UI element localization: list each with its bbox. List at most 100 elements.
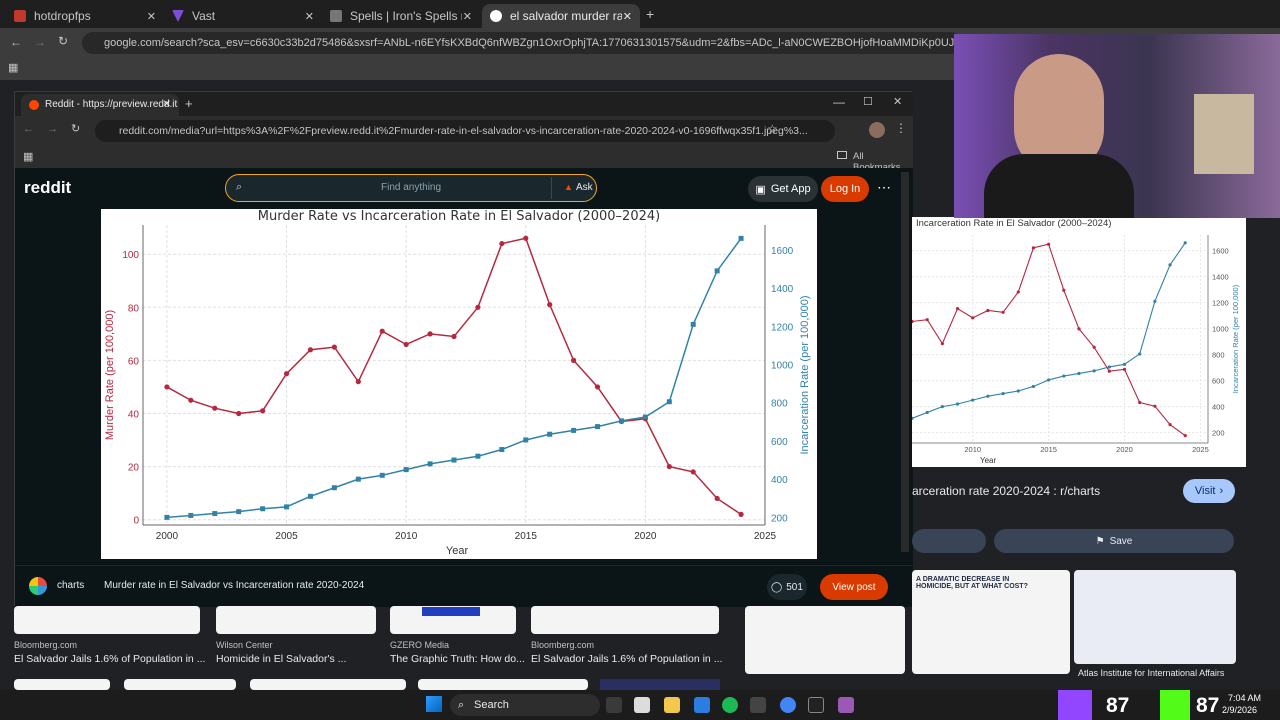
murder-point bbox=[523, 235, 529, 241]
inner-address-bar[interactable]: reddit.com/media?url=https%3A%2F%2Fprevi… bbox=[95, 120, 835, 142]
close-icon[interactable]: ✕ bbox=[623, 10, 632, 23]
close-icon[interactable]: ✕ bbox=[163, 94, 171, 116]
minimize-icon[interactable]: — bbox=[833, 95, 845, 109]
related-thumb[interactable] bbox=[531, 606, 719, 634]
close-icon[interactable]: ✕ bbox=[305, 10, 314, 23]
related-thumb[interactable] bbox=[14, 606, 200, 634]
related-thumb[interactable] bbox=[216, 606, 376, 634]
taskbar-search[interactable]: ⌕ Search bbox=[450, 694, 600, 716]
incarceration-point bbox=[236, 509, 242, 515]
tab-google-search[interactable]: el salvador murder rate vs incar ✕ bbox=[482, 4, 640, 28]
twitch-icon[interactable] bbox=[1058, 690, 1092, 720]
tab-spells[interactable]: Spells | Iron's Spells n Spellbook ✕ bbox=[322, 4, 480, 28]
murder-point bbox=[355, 379, 361, 385]
back-icon[interactable]: ← bbox=[23, 123, 34, 135]
related-item[interactable]: Wilson Center Homicide in El Salvador's … bbox=[216, 640, 346, 665]
related-item[interactable]: Bloomberg.com El Salvador Jails 1.6% of … bbox=[531, 640, 722, 665]
folder-icon[interactable] bbox=[664, 697, 680, 713]
start-icon[interactable] bbox=[426, 696, 442, 712]
related-item[interactable]: Bloomberg.com El Salvador Jails 1.6% of … bbox=[14, 640, 205, 665]
more-icon[interactable]: ⋯ bbox=[877, 179, 891, 196]
murder-point bbox=[283, 371, 290, 377]
get-app-button[interactable]: ▣ Get App bbox=[748, 176, 818, 202]
scrollbar[interactable] bbox=[901, 172, 909, 552]
visit-button[interactable]: Visit › bbox=[1183, 479, 1235, 503]
store-icon[interactable] bbox=[694, 697, 710, 713]
new-tab-icon[interactable]: + bbox=[185, 96, 193, 111]
outer-address-bar[interactable]: google.com/search?sca_esv=c6630c33b2d754… bbox=[82, 32, 962, 54]
side-chart-svg: Incarceration Rate in El Salvador (2000–… bbox=[910, 218, 1240, 465]
view-post-button[interactable]: View post bbox=[820, 574, 888, 600]
y-tick-label: 600 bbox=[1212, 377, 1225, 386]
viewer-count: 87 bbox=[1196, 694, 1220, 717]
related-thumb[interactable]: A DRAMATIC DECREASE IN HOMICIDE, BUT AT … bbox=[912, 570, 1070, 674]
hud-icon[interactable] bbox=[750, 697, 766, 713]
chrome-icon[interactable] bbox=[780, 697, 796, 713]
apps-icon[interactable]: ▦ bbox=[8, 61, 18, 74]
tab-vast[interactable]: Vast ✕ bbox=[164, 4, 322, 28]
incarceration-point bbox=[595, 424, 601, 430]
murder-point bbox=[260, 408, 266, 414]
comments-button[interactable]: ◯ 501 bbox=[767, 574, 807, 600]
close-window-icon[interactable]: ✕ bbox=[893, 95, 902, 108]
chess-icon[interactable] bbox=[606, 697, 622, 713]
obs-icon[interactable] bbox=[808, 697, 824, 713]
incarceration-point bbox=[188, 512, 194, 518]
kick-icon[interactable] bbox=[1160, 690, 1190, 720]
reload-icon[interactable]: ↻ bbox=[58, 34, 68, 48]
inner-bookmarks-bar: ▦ All Bookmarks bbox=[15, 146, 913, 173]
x-tick-label: 2025 bbox=[754, 531, 777, 542]
task-view-icon[interactable] bbox=[634, 697, 650, 713]
close-icon[interactable]: ✕ bbox=[147, 10, 156, 23]
y-right-tick-label: 1400 bbox=[771, 284, 794, 295]
y-tick-label: 200 bbox=[1212, 429, 1225, 438]
forward-icon[interactable]: → bbox=[34, 35, 46, 49]
post-title[interactable]: Murder rate in El Salvador vs Incarcerat… bbox=[104, 580, 364, 591]
related-thumb[interactable] bbox=[745, 606, 905, 674]
save-button[interactable]: ⚑ Save bbox=[994, 529, 1234, 553]
murder-point bbox=[451, 333, 457, 340]
subreddit-name[interactable]: charts bbox=[57, 580, 84, 591]
chart-title: Murder Rate vs Incarceration Rate in El … bbox=[258, 209, 660, 224]
incarceration-point bbox=[1168, 263, 1172, 267]
related-thumb[interactable] bbox=[390, 606, 516, 634]
login-button[interactable]: Log In bbox=[821, 176, 869, 202]
outer-tab-strip: hotdropfps ✕ Vast ✕ Spells | Iron's Spel… bbox=[0, 0, 1280, 28]
tab-hotdropfps[interactable]: hotdropfps ✕ bbox=[6, 4, 164, 28]
ask-icon: ▲ bbox=[564, 182, 573, 192]
viewer-count: 87 bbox=[1106, 694, 1130, 717]
ask-button[interactable]: Ask bbox=[576, 182, 593, 193]
maximize-icon[interactable]: ☐ bbox=[863, 95, 873, 108]
incarceration-point bbox=[355, 476, 361, 482]
murder-point bbox=[925, 318, 929, 322]
result-title[interactable]: arceration rate 2020-2024 : r/charts bbox=[912, 484, 1172, 498]
y-tick-label: 1200 bbox=[1212, 299, 1229, 308]
apps-icon[interactable]: ▦ bbox=[23, 150, 33, 163]
reddit-logo[interactable]: reddit bbox=[24, 178, 71, 198]
murder-point bbox=[1153, 404, 1157, 408]
incarceration-point bbox=[1138, 352, 1142, 356]
y-left-tick-label: 100 bbox=[122, 250, 139, 261]
reddit-popup-window: Reddit - https://preview.redd.it ✕ + — ☐… bbox=[14, 91, 913, 607]
y-tick-label: 800 bbox=[1212, 351, 1225, 360]
side-preview-chart[interactable]: Incarceration Rate in El Salvador (2000–… bbox=[910, 217, 1246, 467]
menu-icon[interactable]: ⋮ bbox=[895, 121, 907, 135]
app-icon[interactable] bbox=[838, 697, 854, 713]
search-input[interactable]: ⌕ Find anything ▲ Ask bbox=[225, 174, 597, 202]
star-icon[interactable]: ☆ bbox=[767, 122, 778, 136]
close-icon[interactable]: ✕ bbox=[463, 10, 472, 23]
share-button[interactable] bbox=[912, 529, 986, 553]
spotify-icon[interactable] bbox=[722, 697, 738, 713]
murder-point bbox=[940, 342, 944, 346]
related-item[interactable]: GZERO Media The Graphic Truth: How do... bbox=[390, 640, 525, 665]
avatar[interactable] bbox=[869, 122, 885, 138]
back-icon[interactable]: ← bbox=[10, 35, 22, 49]
new-tab-icon[interactable]: + bbox=[646, 6, 654, 22]
related-thumb[interactable] bbox=[1074, 570, 1236, 664]
related-source[interactable]: Atlas Institute for International Affair… bbox=[1078, 668, 1224, 678]
reload-icon[interactable]: ↻ bbox=[71, 122, 80, 135]
tab-reddit[interactable]: Reddit - https://preview.redd.it ✕ bbox=[21, 94, 179, 116]
murder-point bbox=[1077, 327, 1081, 331]
forward-icon[interactable]: → bbox=[47, 123, 58, 135]
y-tick-label: 1600 bbox=[1212, 247, 1229, 256]
